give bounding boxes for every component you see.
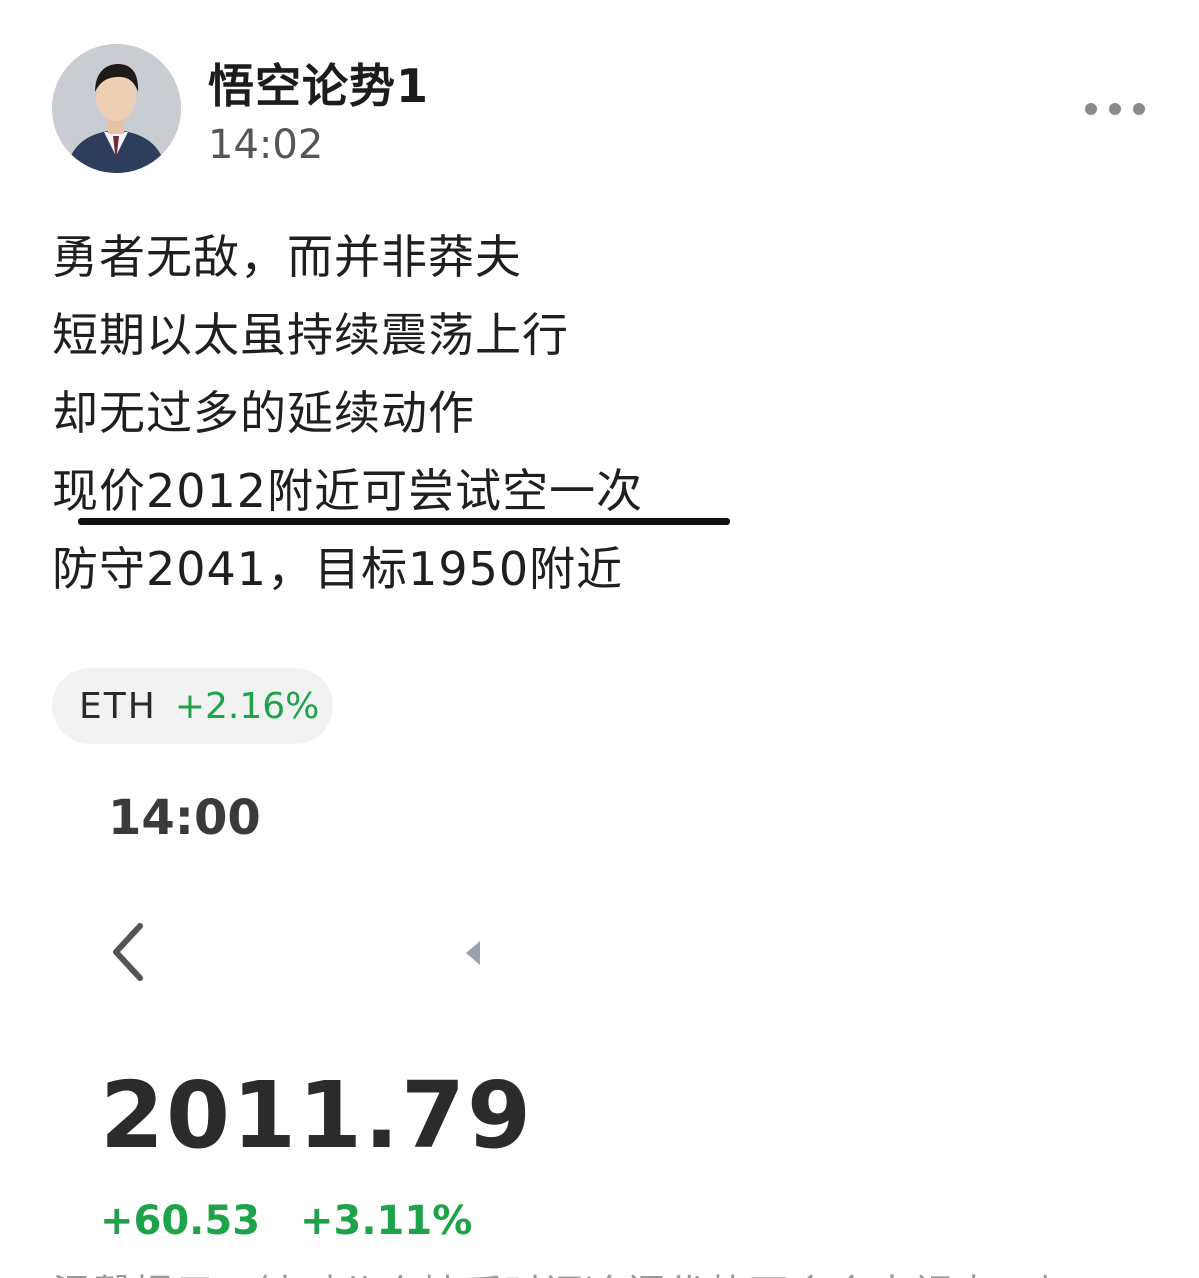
- author-avatar[interactable]: [52, 44, 181, 173]
- post-line: 却无过多的延续动作: [52, 386, 475, 440]
- post-body: 勇者无敌，而并非莽夫 短期以太虽持续震荡上行 却无过多的延续动作 现价2012附…: [52, 218, 1152, 608]
- quote-price: 2011.79: [100, 1062, 534, 1169]
- ticker-tag[interactable]: ETH +2.16%: [52, 668, 333, 744]
- quote-time: 14:00: [108, 790, 261, 846]
- highlight-underline: [78, 518, 730, 525]
- more-dots-icon: [1085, 103, 1097, 115]
- post-line: 防守2041，目标1950附近: [52, 542, 624, 596]
- chevron-left-icon[interactable]: [108, 920, 148, 984]
- partial-footer-text: 温馨提示：针对公众持币时间冷门优势不会会大视点一加: [52, 1262, 1077, 1278]
- more-dots-icon: [1109, 103, 1121, 115]
- post-line: 短期以太虽持续震荡上行: [52, 308, 569, 362]
- post-line: 勇者无敌，而并非莽夫: [52, 230, 522, 284]
- quote-change-absolute: +60.53: [100, 1198, 261, 1244]
- more-dots-icon: [1133, 103, 1145, 115]
- small-triangle-left-icon[interactable]: [462, 938, 484, 968]
- ticker-symbol: ETH: [79, 685, 157, 727]
- more-options-button[interactable]: [1080, 94, 1150, 124]
- ticker-change: +2.16%: [174, 685, 320, 727]
- post-time: 14:02: [208, 122, 324, 168]
- quote-change-percent: +3.11%: [300, 1198, 473, 1244]
- post-screen: 悟空论势1 14:02 勇者无敌，而并非莽夫 短期以太虽持续震荡上行 却无过多的…: [0, 0, 1199, 1278]
- person-in-suit-avatar-icon: [52, 44, 181, 173]
- author-name[interactable]: 悟空论势1: [208, 50, 429, 116]
